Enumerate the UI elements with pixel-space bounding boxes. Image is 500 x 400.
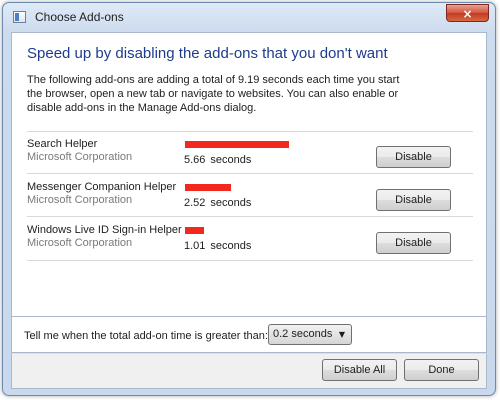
choose-addons-dialog: Choose Add-ons × Speed up by disabling t… bbox=[2, 2, 496, 396]
load-time-bar bbox=[185, 227, 204, 234]
load-time: 5.66 seconds bbox=[184, 154, 251, 166]
button-bar: Disable All Done bbox=[11, 353, 487, 389]
threshold-selected-value: 0.2 seconds bbox=[273, 328, 333, 340]
page-title: Speed up by disabling the add-ons that y… bbox=[27, 45, 388, 62]
load-time-bar bbox=[185, 141, 289, 148]
threshold-panel: Tell me when the total add-on time is gr… bbox=[11, 317, 487, 353]
addon-name: Search Helper bbox=[27, 138, 98, 150]
divider bbox=[27, 173, 473, 174]
threshold-label: Tell me when the total add-on time is gr… bbox=[24, 330, 268, 342]
close-icon: × bbox=[462, 7, 473, 21]
load-time-unit: seconds bbox=[210, 197, 252, 209]
threshold-select[interactable]: 0.2 seconds ▼ bbox=[268, 324, 352, 345]
load-time-value: 5.66 bbox=[184, 154, 206, 166]
addon-publisher: Microsoft Corporation bbox=[27, 151, 133, 163]
divider bbox=[27, 131, 473, 132]
title-bar[interactable]: Choose Add-ons × bbox=[3, 3, 495, 31]
addon-publisher: Microsoft Corporation bbox=[27, 237, 133, 249]
load-time: 2.52 seconds bbox=[184, 197, 251, 209]
load-time-unit: seconds bbox=[210, 240, 252, 252]
divider bbox=[27, 260, 473, 261]
done-button[interactable]: Done bbox=[404, 359, 479, 381]
window-icon bbox=[13, 11, 26, 23]
addon-name: Messenger Companion Helper bbox=[27, 181, 177, 193]
addon-name: Windows Live ID Sign-in Helper bbox=[27, 224, 182, 236]
load-time-value: 2.52 bbox=[184, 197, 206, 209]
close-button[interactable]: × bbox=[446, 4, 489, 22]
window-title: Choose Add-ons bbox=[35, 10, 124, 24]
chevron-down-icon: ▼ bbox=[338, 330, 345, 339]
disable-button-windows-live-id-sign-in-helper[interactable]: Disable bbox=[376, 232, 451, 254]
content-panel: Speed up by disabling the add-ons that y… bbox=[11, 32, 487, 317]
load-time-unit: seconds bbox=[210, 154, 252, 166]
load-time-value: 1.01 bbox=[184, 240, 206, 252]
disable-all-button[interactable]: Disable All bbox=[322, 359, 397, 381]
disable-button-messenger-companion-helper[interactable]: Disable bbox=[376, 189, 451, 211]
disable-button-search-helper[interactable]: Disable bbox=[376, 146, 451, 168]
divider bbox=[27, 216, 473, 217]
addon-publisher: Microsoft Corporation bbox=[27, 194, 133, 206]
load-time-bar bbox=[185, 184, 231, 191]
load-time: 1.01 seconds bbox=[184, 240, 251, 252]
description-text: The following add-ons are adding a total… bbox=[27, 74, 400, 114]
